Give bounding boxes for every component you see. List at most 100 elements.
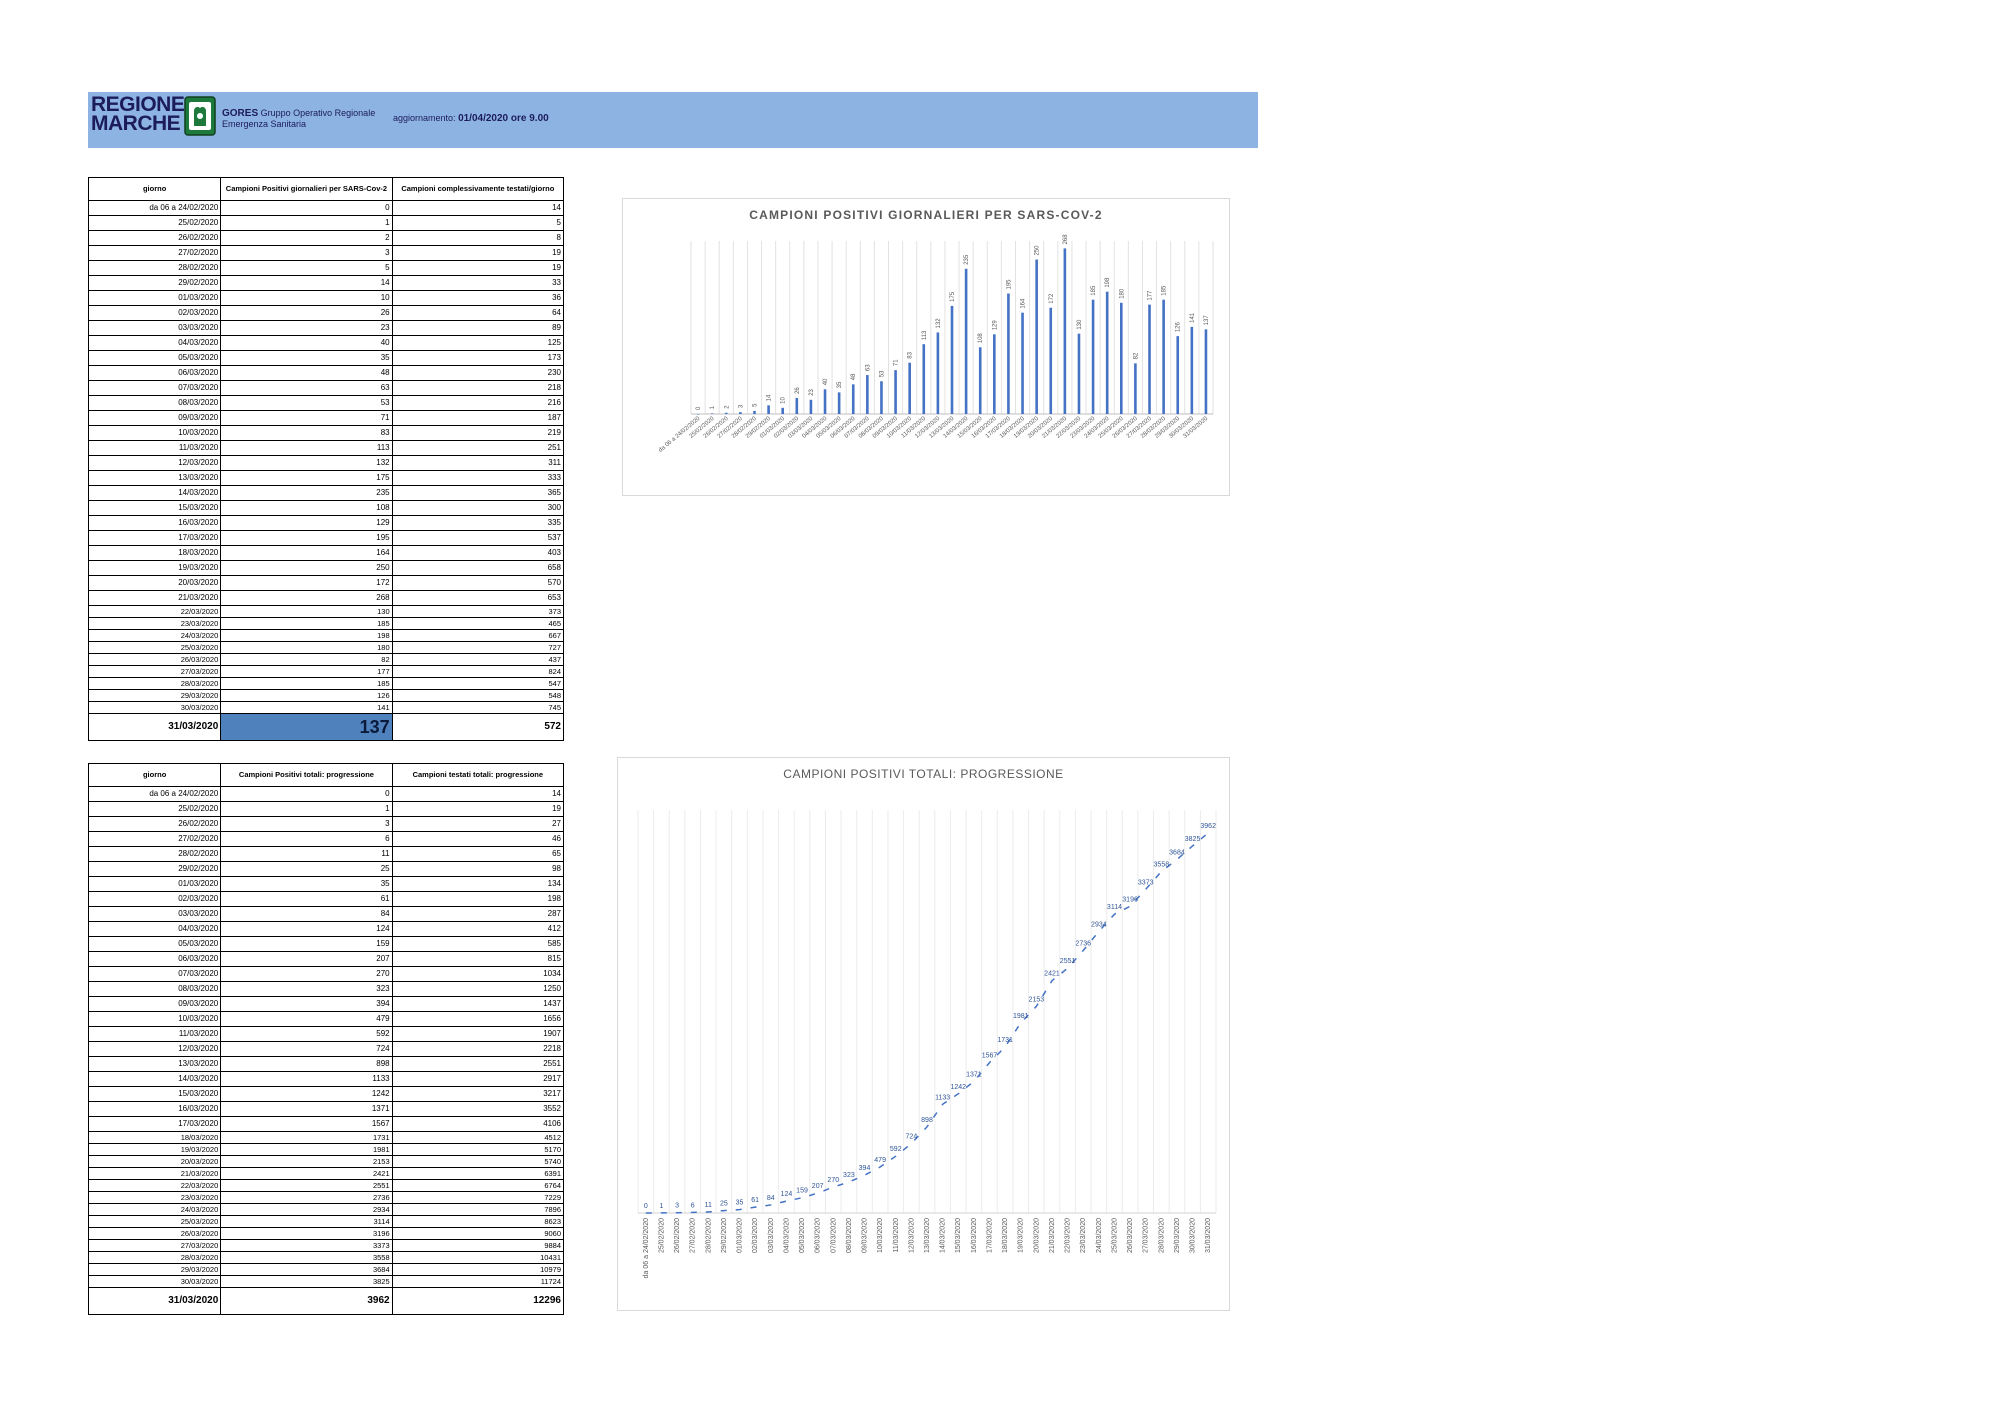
cell-day: 19/03/2020 <box>87 560 222 576</box>
tick-label: 09/03/2020 <box>862 1218 869 1253</box>
tick-label: 24/03/2020 <box>1096 1218 1103 1253</box>
data-label: 40 <box>823 378 829 385</box>
cell-day: 22/03/2020 <box>87 605 222 618</box>
table-row: 24/03/2020 198 667 <box>87 629 565 642</box>
tick-label: 04/03/2020 <box>783 1218 790 1253</box>
cell-day: 27/03/2020 <box>87 665 222 678</box>
cell-day: 25/02/2020 <box>87 801 222 817</box>
cell-positives: 172 <box>220 575 393 591</box>
table-row: 03/03/2020 23 89 <box>87 320 565 336</box>
tick-label: 01/03/2020 <box>737 1218 744 1253</box>
cell-day: 14/03/2020 <box>87 1071 222 1087</box>
cell-day: 23/03/2020 <box>87 1191 222 1204</box>
cell-tested: 667 <box>391 629 565 642</box>
table-row: 04/03/2020 124 412 <box>87 921 565 937</box>
cell-tested: 19 <box>391 245 565 261</box>
cell-day: 14/03/2020 <box>87 485 222 501</box>
cell-positives: 83 <box>220 425 393 441</box>
cell-day: 17/03/2020 <box>87 1116 222 1132</box>
bar <box>908 362 911 414</box>
data-label: 3114 <box>1107 904 1122 911</box>
bar <box>1035 259 1038 414</box>
tick-label: 30/03/2020 <box>1190 1218 1197 1253</box>
cell-tested: 815 <box>391 951 565 967</box>
data-label: 129 <box>992 320 998 331</box>
table-row: 19/03/2020 250 658 <box>87 560 565 576</box>
cell-day: 28/03/2020 <box>87 1251 222 1264</box>
table-row: 18/03/2020 164 403 <box>87 545 565 561</box>
data-label: 137 <box>1204 315 1210 326</box>
cell-day: 25/02/2020 <box>87 215 222 231</box>
table-row: 23/03/2020 2736 7229 <box>87 1191 565 1204</box>
tick-label: 18/03/2020 <box>1002 1218 1009 1253</box>
bar <box>781 407 785 414</box>
table-row: 07/03/2020 63 218 <box>87 380 565 396</box>
cell-tested: 333 <box>391 470 565 486</box>
cell-positives: 108 <box>220 500 393 516</box>
cell-day: 30/03/2020 <box>87 701 222 714</box>
org-name: GORES Gruppo Operativo Regionale Emergen… <box>222 108 375 130</box>
table-row: 17/03/2020 195 537 <box>87 530 565 546</box>
cell-tested: 6391 <box>391 1167 565 1180</box>
bar <box>1162 299 1165 414</box>
cell-positives: 141 <box>220 701 393 714</box>
cell-tested: 7896 <box>391 1203 565 1216</box>
cell-day: 20/03/2020 <box>87 1155 222 1168</box>
data-label: 1567 <box>982 1053 998 1060</box>
cell-positives: 2421 <box>220 1167 393 1180</box>
cell-positives: 61 <box>220 891 393 907</box>
cell-day: 06/03/2020 <box>87 365 222 381</box>
bar <box>978 347 982 414</box>
cell-day: 31/03/2020 <box>87 1287 222 1315</box>
bar <box>950 305 954 414</box>
cell-day: 16/03/2020 <box>87 1101 222 1117</box>
data-label: 11 <box>705 1202 712 1209</box>
cell-positives: 84 <box>220 906 393 922</box>
cell-tested: 3217 <box>391 1086 565 1102</box>
cell-day: 10/03/2020 <box>87 1011 222 1027</box>
cell-positives: 25 <box>220 861 393 877</box>
cell-day: 04/03/2020 <box>87 335 222 351</box>
cell-tested: 89 <box>391 320 565 336</box>
data-label: 0 <box>644 1203 648 1210</box>
cell-tested: 658 <box>391 560 565 576</box>
cell-positives: 250 <box>220 560 393 576</box>
cell-day: 08/03/2020 <box>87 395 222 411</box>
bar <box>1049 307 1053 414</box>
table-row: 05/03/2020 159 585 <box>87 936 565 952</box>
cell-positives: 724 <box>220 1041 393 1057</box>
cell-positives: 1242 <box>220 1086 393 1102</box>
table-row: da 06 a 24/02/2020 0 14 <box>87 786 565 802</box>
cell-tested: 2218 <box>391 1041 565 1057</box>
bar <box>1176 336 1180 414</box>
data-label: 394 <box>859 1165 871 1172</box>
cell-day: 24/03/2020 <box>87 1203 222 1216</box>
cell-tested: 230 <box>391 365 565 381</box>
table-row: 14/03/2020 235 365 <box>87 485 565 501</box>
table-row: 29/02/2020 25 98 <box>87 861 565 877</box>
cell-day: 12/03/2020 <box>87 455 222 471</box>
cell-positives: 63 <box>220 380 393 396</box>
table-row: 07/03/2020 270 1034 <box>87 966 565 982</box>
cell-positives: 1567 <box>220 1116 393 1132</box>
table-row: 12/03/2020 724 2218 <box>87 1041 565 1057</box>
update-label: aggiornamento: <box>393 113 456 123</box>
cell-tested: 465 <box>391 617 565 630</box>
cell-day: 29/02/2020 <box>87 861 222 877</box>
bar <box>1119 302 1123 414</box>
cell-positives: 130 <box>220 605 393 618</box>
data-label: 198 <box>1105 277 1111 288</box>
cell-positives: 3684 <box>220 1263 393 1276</box>
bar <box>1190 326 1194 414</box>
cell-tested: 125 <box>391 335 565 351</box>
cell-day: 09/03/2020 <box>87 996 222 1012</box>
table-row-last: 31/03/2020 137 572 <box>87 713 565 741</box>
cell-tested: 173 <box>391 350 565 366</box>
data-label: 3684 <box>1169 850 1185 857</box>
data-label: 0 <box>696 406 702 410</box>
data-label: 26 <box>795 387 801 394</box>
cell-day: 18/03/2020 <box>87 1131 222 1144</box>
cell-tested: 745 <box>391 701 565 714</box>
data-label: 1371 <box>966 1071 982 1078</box>
cell-tested: 585 <box>391 936 565 952</box>
